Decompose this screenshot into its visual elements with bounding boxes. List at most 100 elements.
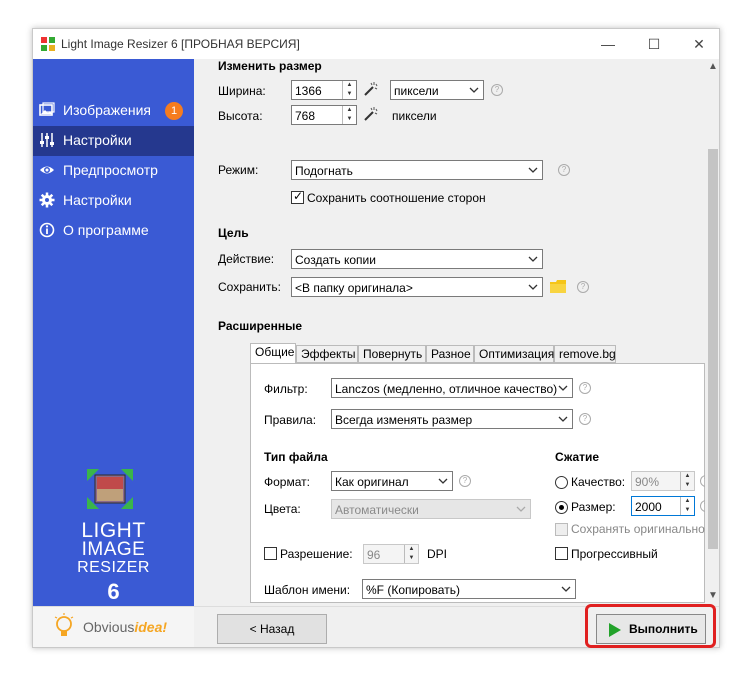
action-select[interactable]: Создать копии bbox=[291, 249, 543, 269]
back-button[interactable]: < Назад bbox=[217, 614, 327, 644]
tab-effects[interactable]: Эффекты bbox=[296, 345, 358, 363]
quality-label: Качество: bbox=[571, 475, 626, 489]
quality-down-icon[interactable]: ▼ bbox=[681, 481, 694, 490]
logo-text-line3: RESIZER bbox=[77, 559, 150, 576]
resolution-up-icon[interactable]: ▲ bbox=[405, 545, 418, 554]
colors-label: Цвета: bbox=[264, 502, 301, 516]
height-stepper[interactable]: 768 ▲ ▼ bbox=[291, 105, 357, 125]
advanced-section-title: Расширенные bbox=[218, 319, 302, 333]
magic-wand-icon[interactable] bbox=[362, 81, 378, 97]
gear-icon bbox=[39, 192, 55, 208]
lightbulb-icon bbox=[54, 613, 74, 636]
tab-rotate[interactable]: Повернуть bbox=[358, 345, 426, 363]
close-button[interactable]: ✕ bbox=[684, 34, 714, 54]
sidebar-item-label: Предпросмотр bbox=[63, 162, 158, 178]
mode-label: Режим: bbox=[218, 163, 259, 177]
run-button-highlight bbox=[585, 604, 716, 648]
tab-optimization[interactable]: Оптимизация bbox=[474, 345, 554, 363]
chevron-down-icon bbox=[469, 87, 479, 93]
name-template-select[interactable]: %F (Копировать) bbox=[362, 579, 576, 599]
folder-icon[interactable] bbox=[550, 280, 566, 293]
help-icon[interactable]: ? bbox=[459, 475, 471, 487]
size-radio[interactable] bbox=[555, 501, 568, 514]
rules-select[interactable]: Всегда изменять размер bbox=[331, 409, 573, 429]
sidebar-item-images[interactable]: Изображения 1 bbox=[33, 96, 194, 126]
eye-icon bbox=[40, 166, 54, 174]
resolution-down-icon[interactable]: ▼ bbox=[405, 554, 418, 563]
tab-removebg[interactable]: remove.bg bbox=[554, 345, 616, 363]
format-select[interactable]: Как оригинал bbox=[331, 471, 453, 491]
size-up-icon[interactable]: ▲ bbox=[681, 497, 694, 506]
title-bar: Light Image Resizer 6 [ПРОБНАЯ ВЕРСИЯ] —… bbox=[33, 29, 719, 59]
size-down-icon[interactable]: ▼ bbox=[681, 506, 694, 515]
height-up-icon[interactable]: ▲ bbox=[343, 106, 356, 115]
width-down-icon[interactable]: ▼ bbox=[343, 90, 356, 99]
sidebar: Изображения 1 Настройки Предпросмотр Нас… bbox=[33, 59, 194, 606]
height-label: Высота: bbox=[218, 109, 263, 123]
help-icon[interactable]: ? bbox=[558, 164, 570, 176]
chevron-down-icon bbox=[528, 167, 538, 173]
sidebar-item-preferences[interactable]: Настройки bbox=[33, 186, 194, 216]
width-label: Ширина: bbox=[218, 84, 266, 98]
chevron-down-icon bbox=[561, 586, 571, 592]
action-label: Действие: bbox=[218, 252, 275, 266]
resolution-stepper[interactable]: 96 ▲ ▼ bbox=[363, 544, 419, 564]
quality-up-icon[interactable]: ▲ bbox=[681, 472, 694, 481]
sidebar-item-preview[interactable]: Предпросмотр bbox=[33, 156, 194, 186]
sidebar-item-settings[interactable]: Настройки bbox=[33, 126, 194, 156]
scroll-up-icon[interactable]: ▲ bbox=[707, 61, 719, 75]
sliders-icon bbox=[40, 133, 54, 147]
vertical-scrollbar[interactable]: ▲ ▼ bbox=[705, 59, 719, 606]
width-up-icon[interactable]: ▲ bbox=[343, 81, 356, 90]
scrollbar-thumb[interactable] bbox=[708, 149, 718, 549]
maximize-button[interactable]: ☐ bbox=[639, 34, 669, 54]
target-section-title: Цель bbox=[218, 226, 249, 240]
keep-ratio-label: Сохранить соотношение сторон bbox=[307, 191, 486, 205]
help-icon[interactable]: ? bbox=[579, 382, 591, 394]
progressive-checkbox[interactable] bbox=[555, 547, 568, 560]
quality-radio[interactable] bbox=[555, 476, 568, 489]
scroll-down-icon[interactable]: ▼ bbox=[707, 590, 719, 604]
info-icon bbox=[39, 222, 55, 238]
save-location-select[interactable]: <В папку оригинала> bbox=[291, 277, 543, 297]
dpi-label: DPI bbox=[427, 547, 448, 561]
chevron-down-icon bbox=[438, 478, 448, 484]
logo-version: 6 bbox=[107, 579, 120, 604]
help-icon[interactable]: ? bbox=[491, 84, 503, 96]
filter-select[interactable]: Lanczos (медленно, отличное качество) bbox=[331, 378, 573, 398]
tab-general[interactable]: Общие bbox=[250, 343, 296, 364]
sidebar-item-label: Изображения bbox=[63, 102, 151, 118]
chevron-down-icon bbox=[528, 284, 538, 290]
height-down-icon[interactable]: ▼ bbox=[343, 115, 356, 124]
colors-select[interactable]: Автоматически bbox=[331, 499, 531, 519]
chevron-down-icon bbox=[558, 385, 568, 391]
help-icon[interactable]: ? bbox=[579, 413, 591, 425]
minimize-button[interactable]: — bbox=[593, 34, 623, 54]
chevron-down-icon bbox=[516, 506, 526, 512]
width-stepper[interactable]: 1366 ▲ ▼ bbox=[291, 80, 357, 100]
resize-section-title: Изменить размер bbox=[218, 59, 322, 73]
vendor-logo: Obviousidea! bbox=[83, 619, 168, 635]
resolution-label: Разрешение: bbox=[280, 547, 353, 561]
size-stepper[interactable]: 2000 ▲ ▼ bbox=[631, 496, 695, 516]
quality-stepper[interactable]: 90% ▲ ▼ bbox=[631, 471, 695, 491]
magic-wand-icon[interactable] bbox=[362, 106, 378, 122]
sidebar-item-label: Настройки bbox=[63, 132, 132, 148]
height-unit-text: пиксели bbox=[392, 109, 437, 123]
template-label: Шаблон имени: bbox=[264, 583, 351, 597]
general-tab-panel: Фильтр: Lanczos (медленно, отличное каче… bbox=[250, 363, 705, 603]
resolution-checkbox[interactable] bbox=[264, 547, 277, 560]
chevron-down-icon bbox=[558, 416, 568, 422]
keep-ratio-checkbox[interactable] bbox=[291, 189, 304, 204]
unit-select[interactable]: пиксели bbox=[390, 80, 484, 100]
help-icon[interactable]: ? bbox=[577, 281, 589, 293]
mode-select[interactable]: Подогнать bbox=[291, 160, 543, 180]
progressive-label: Прогрессивный bbox=[571, 547, 658, 561]
keep-original-quality-checkbox[interactable] bbox=[555, 523, 568, 536]
images-icon bbox=[39, 102, 55, 116]
sidebar-item-about[interactable]: О программе bbox=[33, 216, 194, 246]
size-label: Размер: bbox=[571, 500, 616, 514]
images-count-badge: 1 bbox=[165, 102, 183, 120]
tab-misc[interactable]: Разное bbox=[426, 345, 474, 363]
keep-original-quality-label: Сохранять оригинальное ка bbox=[571, 522, 705, 536]
